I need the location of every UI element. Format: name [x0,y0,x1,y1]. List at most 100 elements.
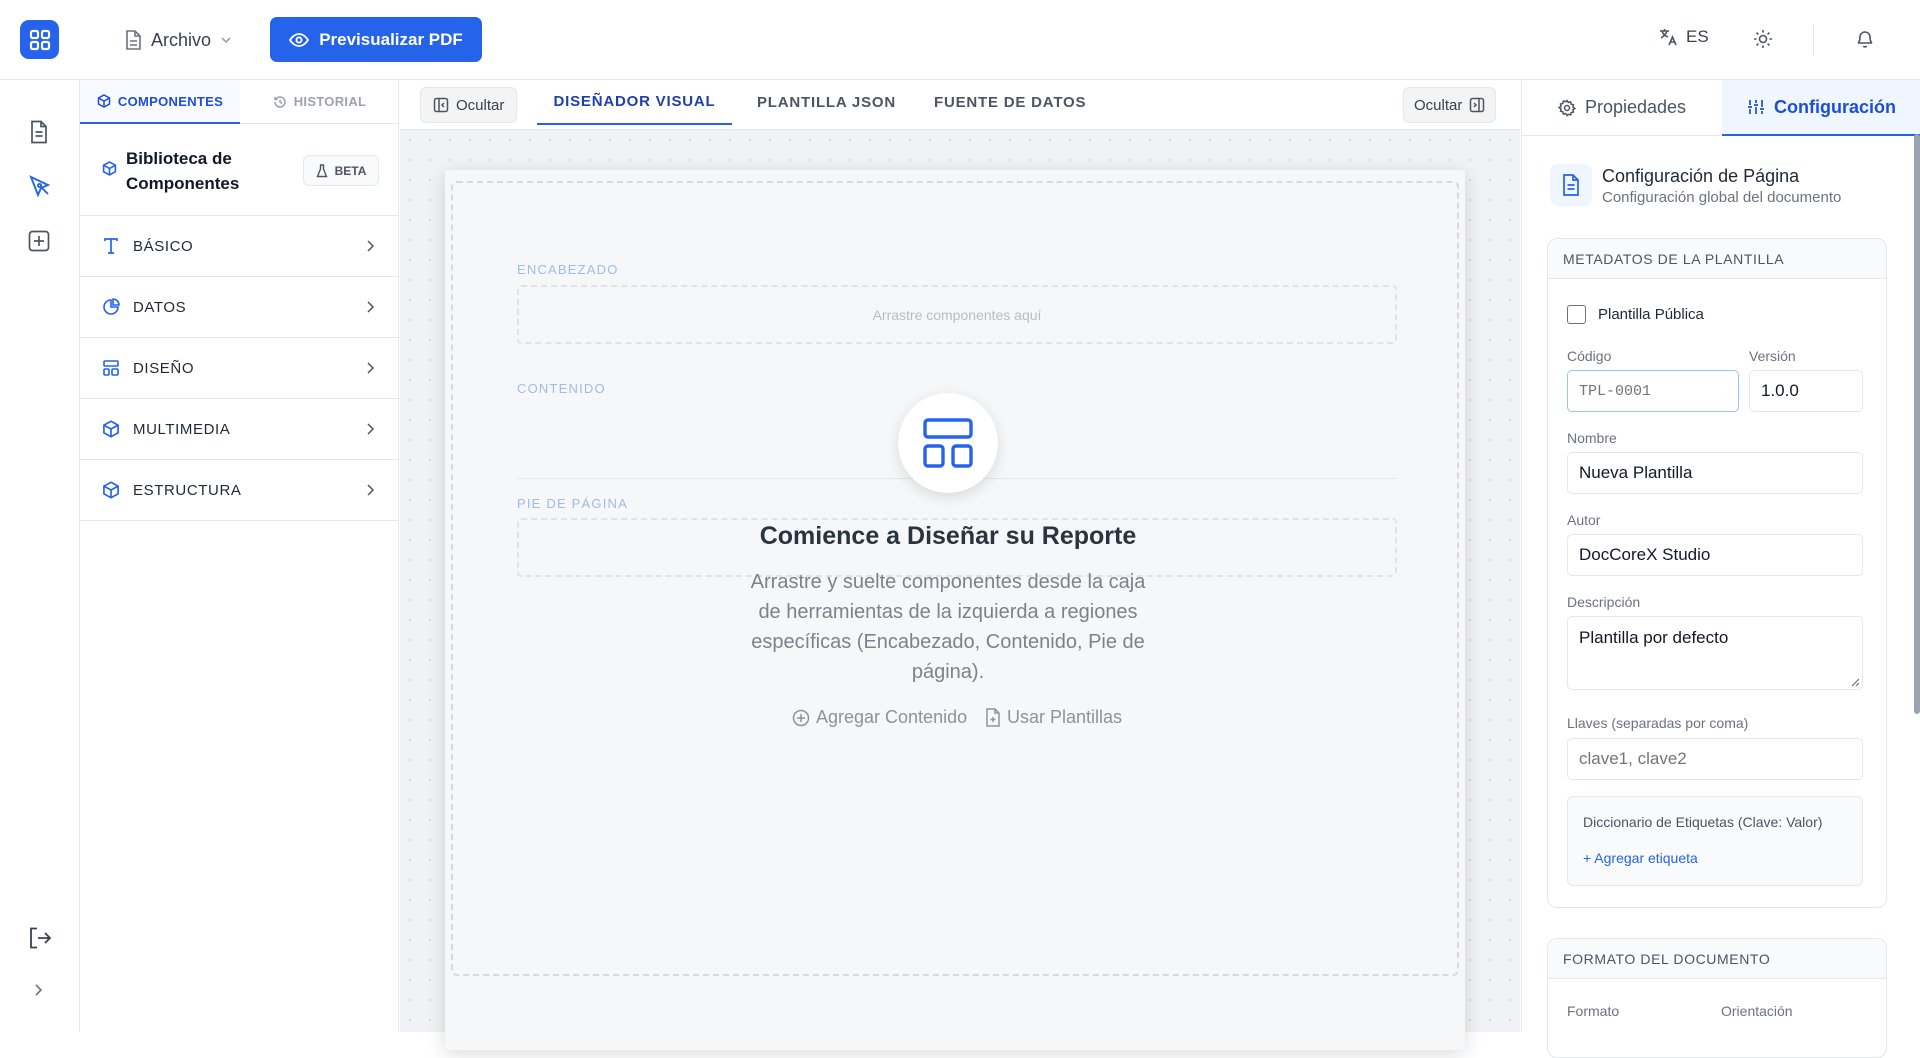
category-structure[interactable]: ESTRUCTURA [80,460,399,521]
design-canvas[interactable]: ENCABEZADO Arrastre componentes aquí CON… [400,130,1918,1050]
preview-pdf-button[interactable]: Previsualizar PDF [270,17,482,62]
format-heading: FORMATO DEL DOCUMENTO [1548,939,1886,979]
use-templates-label: Usar Plantillas [1007,707,1123,727]
tab-configuration[interactable]: Configuración [1722,80,1920,136]
canvas-toolbar: Ocultar DISEÑADOR VISUAL PLANTILLA JSON … [400,80,1520,130]
category-label: DISEÑO [133,359,195,377]
category-multimedia[interactable]: MULTIMEDIA [80,399,399,460]
metadata-heading: METADATOS DE LA PLANTILLA [1548,239,1886,279]
pen-tool-icon[interactable] [28,174,52,198]
hide-right-panel-button[interactable]: Ocultar [1403,87,1497,123]
tab-configuration-label: Configuración [1774,96,1896,117]
config-title: Configuración de Página [1602,166,1800,186]
sliders-icon [1747,98,1765,116]
eye-icon [289,32,310,47]
empty-state-title: Comience a Diseñar su Reporte [759,522,1137,550]
orientation-label: Orientación [1721,1003,1793,1019]
add-square-icon[interactable] [28,230,50,252]
tab-data-source[interactable]: FUENTE DE DATOS [934,80,1086,125]
public-template-label: Plantilla Pública [1598,306,1704,323]
tab-history[interactable]: HISTORIAL [240,80,399,124]
expand-chevron-icon[interactable] [33,983,45,997]
chevron-right-icon [366,300,375,314]
document-icon[interactable] [28,120,50,144]
public-template-checkbox[interactable] [1567,305,1586,324]
version-label: Versión [1749,348,1796,364]
tab-components[interactable]: COMPONENTES [80,80,240,124]
empty-state-description: Arrastre y suelte componentes desde la c… [750,571,1146,683]
chevron-right-icon [366,239,375,253]
page-dropzone[interactable]: ENCABEZADO Arrastre componentes aquí CON… [451,181,1459,976]
tab-visual-designer[interactable]: DISEÑADOR VISUAL [537,80,732,125]
add-tag-link[interactable]: + Agregar etiqueta [1583,850,1698,866]
header-dropzone[interactable]: Arrastre componentes aquí [517,285,1397,344]
tab-properties[interactable]: Propiedades [1522,80,1722,136]
category-design[interactable]: DISEÑO [80,338,399,399]
library-header: Biblioteca de Componentes BETA [80,124,399,216]
chevron-right-icon [366,422,375,436]
document-icon [124,30,142,50]
description-label: Descripción [1567,594,1641,610]
hide-left-panel-button[interactable]: Ocultar [420,87,518,123]
divider [1813,24,1814,56]
pie-chart-icon [102,298,120,316]
category-data[interactable]: DATOS [80,277,399,338]
region-footer-label: PIE DE PÁGINA [517,496,628,511]
library-title: Biblioteca de Componentes [126,149,240,193]
tab-components-label: COMPONENTES [117,93,224,109]
resize-handle-icon[interactable] [1850,677,1860,687]
metadata-section: METADATOS DE LA PLANTILLA Plantilla Públ… [1547,238,1887,908]
file-menu-label: Archivo [151,29,212,50]
tab-json-template[interactable]: PLANTILLA JSON [757,80,896,125]
file-plus-icon [985,708,1001,727]
beta-label: BETA [334,163,367,178]
author-input[interactable]: DocCoreX Studio [1567,534,1863,576]
tab-properties-label: Propiedades [1584,97,1687,117]
chevron-down-icon [220,34,232,46]
chevron-right-icon [366,483,375,497]
component-panel: COMPONENTES HISTORIAL Biblioteca de Comp… [80,80,399,1032]
keys-label: Llaves (separadas por coma) [1567,715,1749,731]
cube-icon [102,161,117,176]
panel-scrollbar[interactable] [1914,134,1920,714]
category-basic[interactable]: BÁSICO [80,216,399,277]
cube-icon [102,481,120,499]
gear-icon [1557,98,1576,117]
code-input[interactable] [1567,370,1739,412]
use-templates-button[interactable]: Usar Plantillas [985,707,1122,728]
tags-label: Diccionario de Etiquetas (Clave: Valor) [1583,814,1823,830]
category-label: ESTRUCTURA [133,481,242,499]
add-content-label: Agregar Contenido [816,707,968,727]
panel-left-icon [433,97,449,113]
version-input[interactable]: 1.0.0 [1749,370,1863,412]
code-label: Código [1567,348,1612,364]
preview-button-label: Previsualizar PDF [319,29,463,49]
file-menu[interactable]: Archivo [124,24,232,56]
theme-toggle-sun-icon[interactable] [1753,29,1773,49]
language-switcher[interactable]: ES [1658,27,1709,47]
name-label: Nombre [1567,430,1617,446]
hide-right-label: Ocultar [1414,96,1463,114]
add-content-button[interactable]: Agregar Contenido [792,707,967,728]
report-page[interactable]: ENCABEZADO Arrastre componentes aquí CON… [445,170,1465,1050]
category-label: BÁSICO [133,237,194,255]
translate-icon [1658,27,1678,47]
plus-circle-icon [792,709,810,727]
language-label: ES [1686,27,1709,46]
logout-icon[interactable] [28,927,52,949]
history-icon [273,95,287,109]
description-textarea[interactable]: Plantilla por defecto [1567,616,1863,690]
name-input[interactable]: Nueva Plantilla [1567,452,1863,494]
keys-input[interactable] [1567,738,1863,780]
region-content-label: CONTENIDO [517,381,606,396]
app-logo-grid-icon[interactable] [20,20,59,59]
left-rail [0,80,80,1032]
notifications-bell-icon[interactable] [1855,29,1875,49]
flask-icon [316,163,328,178]
hide-left-label: Ocultar [456,96,505,114]
cube-icon [102,420,120,438]
text-type-icon [102,237,120,255]
category-label: MULTIMEDIA [133,420,231,438]
page-config-document-icon [1550,164,1592,206]
author-label: Autor [1567,512,1601,528]
